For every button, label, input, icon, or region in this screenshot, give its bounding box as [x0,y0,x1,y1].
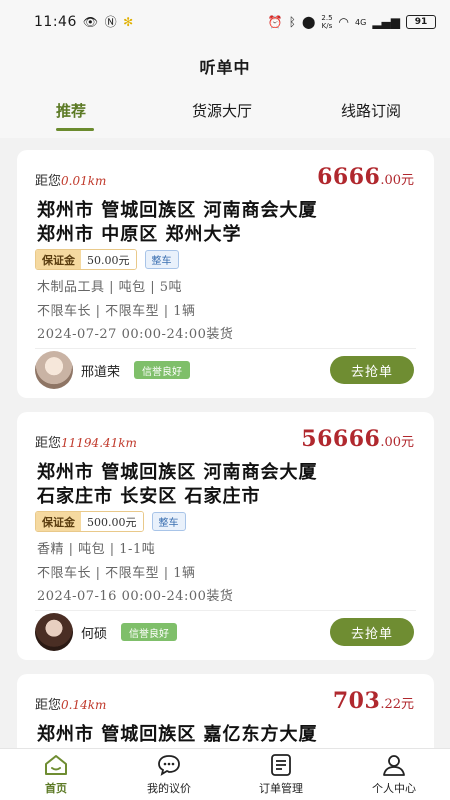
distance-prefix: 距您 [35,174,62,189]
order-card[interactable]: 距您11194.41km 56666.00元 郑州市 管城回族区 河南商会大厦 … [17,412,434,660]
deposit-badge: 保证金 500.00元 [35,511,144,532]
avatar [35,351,73,389]
distance-value: 11194.41km [61,436,137,450]
deposit-label: 保证金 [36,512,81,531]
credit-badge: 信誉良好 [134,361,191,379]
tabbar-label: 首页 [45,782,67,795]
user-icon [383,755,405,776]
tabbar-my-bargain[interactable]: 我的议价 [124,753,214,796]
price: 56666.00元 [301,426,414,452]
status-left: 11:46 👁 Ⓝ ✻ [34,14,134,30]
price-decimal: .00元 [380,435,414,450]
net-speed: 2.5 K/s [321,14,333,30]
top-tabs: 推荐 货源大厅 线路订阅 [0,100,450,131]
tabbar-order-management[interactable]: 订单管理 [236,753,326,796]
active-tab-indicator [56,128,94,131]
badges: 保证金 500.00元 整车 [35,511,186,532]
tab-route-subscription[interactable]: 线路订阅 [341,100,401,121]
user-name: 何硕 [81,626,108,642]
distance-prefix: 距您 [35,436,62,451]
credit-badge: 信誉良好 [121,623,178,641]
route-to: 石家庄市 长安区 石家庄市 [37,486,261,507]
app-notification-icon: ✻ [123,15,134,29]
distance-prefix: 距您 [35,698,62,713]
tabbar-label: 订单管理 [259,782,303,795]
signal-label: 4G [355,17,367,27]
divider [35,610,416,611]
tabbar-label: 我的议价 [147,782,191,795]
price-integer: 56666 [301,426,381,452]
price-integer: 703 [332,688,381,714]
status-bar: 11:46 👁 Ⓝ ✻ ⏰ ᛒ ⬤ 2.5 K/s ◠ 4G ▂▄▆ 91 [0,0,450,44]
chat-bubble-icon [158,755,180,776]
tabbar-label: 个人中心 [372,782,416,795]
status-time: 11:46 [34,14,77,30]
route-from: 郑州市 管城回族区 嘉亿东方大厦 [37,724,318,745]
status-right: ⏰ ᛒ ⬤ 2.5 K/s ◠ 4G ▂▄▆ 91 [268,14,436,30]
distance-value: 0.14km [61,698,107,712]
tabbar-home[interactable]: 首页 [11,753,101,796]
route-from: 郑州市 管城回族区 河南商会大厦 [37,200,318,221]
bluetooth-icon: ᛒ [288,15,296,29]
location-icon: ⬤ [301,15,316,29]
route-from: 郑州市 管城回族区 河南商会大厦 [37,462,318,483]
price-decimal: .00元 [380,173,414,188]
price: 703.22元 [333,688,414,714]
load-type-badge: 整车 [151,512,186,531]
card-footer: 何硕 信誉良好 去抢单 [35,613,414,651]
price-decimal: .22元 [380,697,414,712]
grab-order-button[interactable]: 去抢单 [330,356,414,384]
distance: 距您0.14km [35,694,106,713]
page-title: 听单中 [199,58,251,77]
avatar [35,613,73,651]
cargo-info: 木制品工具 | 吨包 | 5吨 [37,280,183,295]
tab-cargo-hall[interactable]: 货源大厅 [192,100,252,121]
home-icon [45,755,67,775]
deposit-value: 50.00元 [81,250,136,269]
order-list-icon [271,754,291,776]
price: 6666.00元 [317,164,414,190]
battery-icon: 91 [406,15,436,29]
alarm-icon: ⏰ [267,15,283,29]
nfc-icon: Ⓝ [104,15,118,29]
load-schedule: 2024-07-16 00:00-24:00装货 [37,589,234,604]
card-footer: 邢道荣 信誉良好 去抢单 [35,351,414,389]
deposit-badge: 保证金 50.00元 [35,249,137,270]
order-card[interactable]: 距您0.01km 6666.00元 郑州市 管城回族区 河南商会大厦 郑州市 中… [17,150,434,398]
signal-bars-icon: ▂▄▆ [372,15,400,29]
tabbar-profile[interactable]: 个人中心 [349,753,439,796]
deposit-value: 500.00元 [81,512,143,531]
vehicle-info: 不限车长 | 不限车型 | 1辆 [37,304,196,319]
wifi-icon: ◠ [338,15,350,29]
cargo-info: 香精 | 吨包 | 1-1吨 [37,542,156,557]
distance: 距您0.01km [35,170,106,189]
divider [35,348,416,349]
grab-order-button[interactable]: 去抢单 [330,618,414,646]
battery-level: 91 [414,17,428,27]
route-to: 郑州市 中原区 郑州大学 [37,224,242,245]
user-name: 邢道荣 [81,364,121,380]
header: 听单中 推荐 货源大厅 线路订阅 [0,44,450,138]
distance: 距您11194.41km [35,432,137,451]
deposit-label: 保证金 [36,250,81,269]
tab-recommend[interactable]: 推荐 [56,100,86,121]
bottom-tab-bar: 首页 我的议价 订单管理 个人中心 [0,748,450,800]
badges: 保证金 50.00元 整车 [35,249,179,270]
eye-icon: 👁 [82,15,99,29]
price-integer: 6666 [317,164,381,190]
load-schedule: 2024-07-27 00:00-24:00装货 [37,327,234,342]
distance-value: 0.01km [61,174,107,188]
vehicle-info: 不限车长 | 不限车型 | 1辆 [37,566,196,581]
load-type-badge: 整车 [144,250,179,269]
